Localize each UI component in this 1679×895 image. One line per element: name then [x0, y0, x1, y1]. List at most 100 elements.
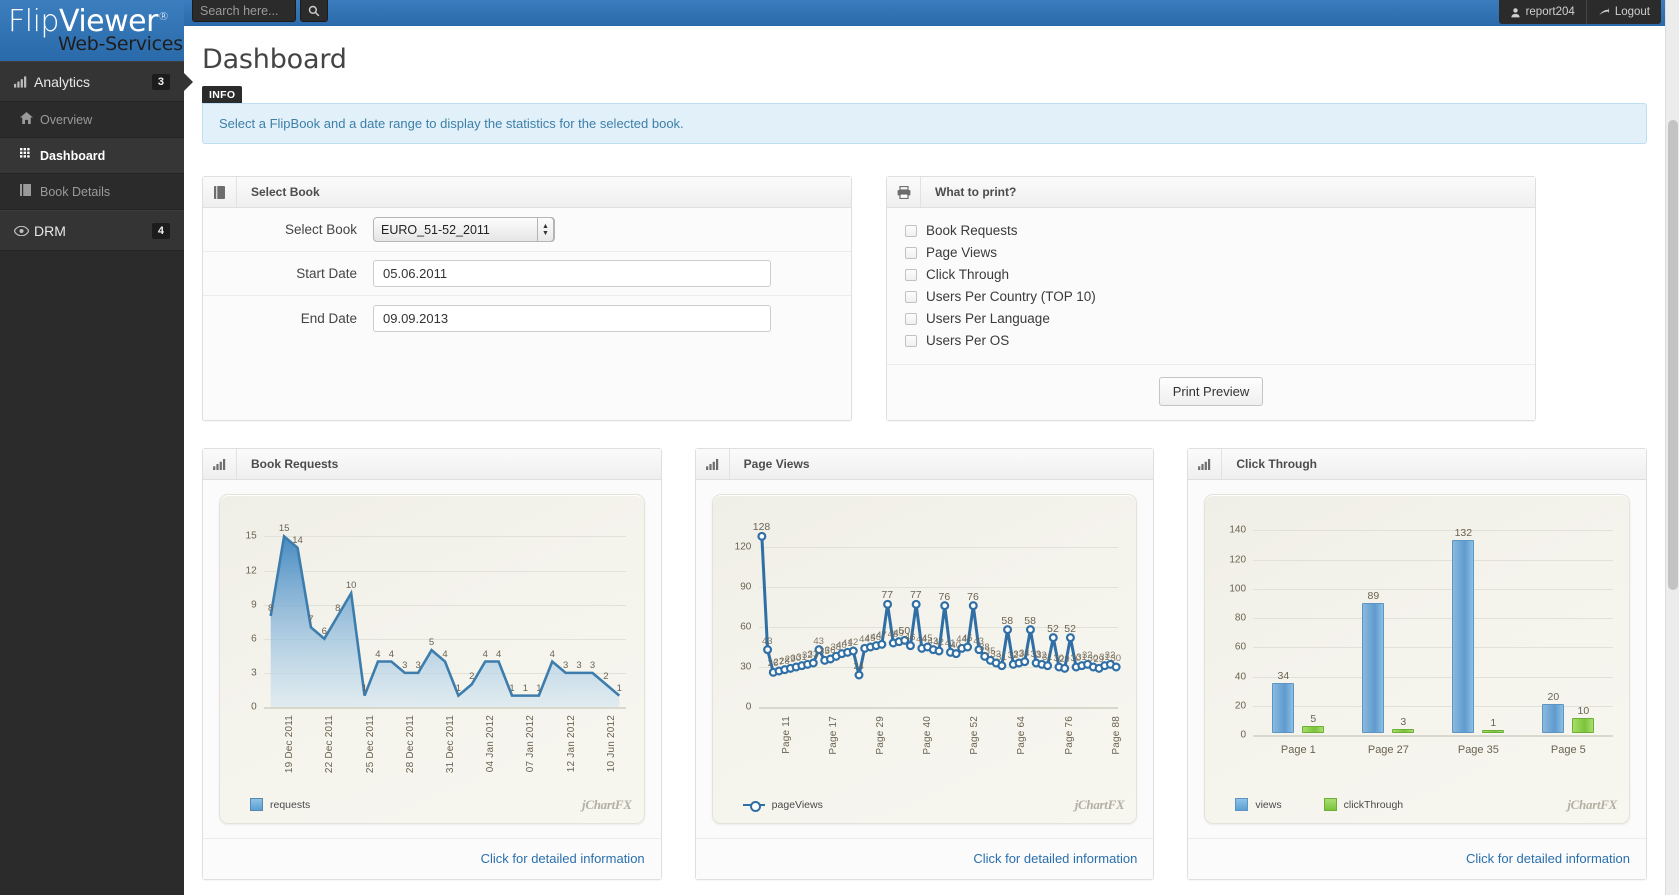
- data-label: 4: [495, 648, 502, 660]
- data-label: 1: [522, 682, 529, 694]
- x-axis-tick: 04 Jan 2012: [485, 715, 497, 773]
- sidebar-item-book-details[interactable]: Book Details: [0, 174, 184, 210]
- print-option-page-views[interactable]: Page Views: [905, 244, 1535, 261]
- start-date-input[interactable]: 05.06.2011: [373, 260, 771, 287]
- x-axis-tick: 10 Jun 2012: [605, 715, 617, 773]
- search-box: [192, 0, 328, 22]
- print-option-click-through[interactable]: Click Through: [905, 266, 1535, 283]
- print-option-users-per-os[interactable]: Users Per OS: [905, 332, 1535, 349]
- chart-canvas-click-through[interactable]: 0 20 40 60 80 100 120 140 34 5 Page 1 89 3 Page 27 132…: [1204, 494, 1631, 824]
- sidebar-group-analytics-badge: 3: [151, 73, 170, 90]
- legend-item-views[interactable]: views: [1235, 798, 1282, 811]
- logout-button[interactable]: Logout: [1585, 0, 1661, 24]
- legend-item-pageviews[interactable]: pageViews: [742, 799, 823, 812]
- user-menu: report204 Logout: [1498, 0, 1661, 24]
- x-axis-tick: 19 Dec 2011: [284, 715, 296, 774]
- data-label: 6: [321, 625, 327, 637]
- checkbox-icon[interactable]: [905, 246, 917, 259]
- sidebar-group-drm[interactable]: DRM 4: [0, 210, 184, 251]
- bar-clickThrough[interactable]: [1392, 728, 1415, 733]
- select-book-panel-title: Select Book: [251, 185, 320, 199]
- data-label: 10: [345, 580, 357, 592]
- sidebar-item-dashboard[interactable]: Dashboard: [0, 138, 184, 174]
- bar-views[interactable]: [1272, 683, 1295, 733]
- chart-canvas-page-views[interactable]: 0 30 60 90 120 128 43 26 27 28 29 30 31 32 33 43 35 36 38 4…: [711, 494, 1138, 824]
- chart-canvas-book-requests[interactable]: 0 3 6 9 12 15 8 15 14 7 6 8 10 1 4 4 3 3 5 4 1 2 4 4 1 1 1 4 3 3 3 2 1 19…: [219, 494, 645, 824]
- select-book-value: EURO_51-52_2011: [381, 222, 490, 237]
- legend-item-requests[interactable]: requests: [250, 798, 310, 811]
- y-axis-tick: 100: [1229, 583, 1247, 595]
- checkbox-icon[interactable]: [905, 224, 917, 237]
- bar-views[interactable]: [1542, 703, 1565, 733]
- bar-clickThrough[interactable]: [1572, 718, 1595, 733]
- print-preview-button[interactable]: Print Preview: [1158, 377, 1264, 406]
- print-option-users-per-language[interactable]: Users Per Language: [905, 310, 1535, 327]
- page-scrollbar[interactable]: [1665, 0, 1679, 895]
- chevron-updown-icon[interactable]: ▲ ▼: [537, 217, 554, 242]
- sidebar-item-overview[interactable]: Overview: [0, 102, 184, 138]
- x-axis-line: [1253, 735, 1614, 737]
- search-button[interactable]: [300, 0, 328, 22]
- x-axis-tick: 31 Dec 2011: [445, 715, 456, 774]
- chart-watermark: jChartFX: [1567, 797, 1618, 812]
- checkbox-icon[interactable]: [905, 268, 917, 281]
- x-axis-tick: Page 64: [1016, 716, 1028, 755]
- data-label: 30: [1110, 653, 1122, 664]
- print-options-list: Book Requests Page Views Click Through U…: [887, 208, 1535, 364]
- data-label: 3: [576, 659, 582, 671]
- scrollbar-thumb[interactable]: [1668, 120, 1678, 590]
- print-option-users-per-country[interactable]: Users Per Country (TOP 10): [905, 288, 1535, 305]
- sidebar-item-book-details-label: Book Details: [40, 184, 111, 199]
- chart-panel-page-views-header: Page Views: [695, 449, 1154, 480]
- bar-views[interactable]: [1362, 602, 1385, 733]
- logout-arrow-icon: [1599, 7, 1609, 15]
- sidebar-item-dashboard-label: Dashboard: [40, 148, 106, 163]
- data-label: 7: [308, 614, 314, 626]
- chart-panel-book-requests-header: Book Requests: [203, 449, 661, 480]
- detail-link-click-through[interactable]: Click for detailed information: [1466, 851, 1630, 866]
- bar-clickThrough[interactable]: [1482, 730, 1505, 733]
- legend-label: requests: [270, 798, 311, 811]
- sidebar-group-analytics[interactable]: Analytics 3: [0, 61, 193, 102]
- checkbox-icon[interactable]: [905, 334, 917, 347]
- data-label: 5: [428, 637, 435, 649]
- chart-foot-book-requests: Click for detailed information: [203, 838, 661, 879]
- print-option-label: Users Per Country (TOP 10): [926, 289, 1096, 304]
- data-label: 1: [509, 682, 515, 694]
- legend-item-clickThrough[interactable]: clickThrough: [1323, 798, 1403, 811]
- search-input[interactable]: [192, 0, 296, 22]
- print-option-book-requests[interactable]: Book Requests: [905, 222, 1535, 239]
- gridline: [1253, 618, 1614, 620]
- select-book-dropdown[interactable]: EURO_51-52_2011 ▲ ▼: [373, 217, 555, 242]
- info-banner: Select a FlipBook and a date range to di…: [202, 103, 1647, 144]
- start-date-value: 05.06.2011: [383, 266, 448, 281]
- print-option-label: Users Per Language: [926, 311, 1050, 326]
- end-date-input[interactable]: 09.09.2013: [373, 304, 771, 332]
- detail-link-page-views[interactable]: Click for detailed information: [973, 851, 1137, 866]
- data-label: 4: [549, 648, 555, 660]
- gridline: [1253, 588, 1614, 590]
- data-label: 45: [961, 633, 973, 644]
- x-axis-tick: 25 Dec 2011: [364, 715, 376, 774]
- data-label: 77: [881, 589, 894, 602]
- data-label: 52: [1047, 622, 1059, 635]
- checkbox-icon[interactable]: [905, 312, 917, 325]
- data-label: 5: [1310, 712, 1317, 725]
- data-label: 1: [536, 682, 542, 694]
- chart-legend: views clickThrough: [1235, 798, 1403, 811]
- x-axis-tick: 12 Jan 2012: [565, 715, 577, 773]
- sidebar: FlipViewer® Web-Services Analytics 3 Ove…: [0, 0, 193, 895]
- y-axis-tick: 80: [1234, 612, 1247, 624]
- detail-link-book-requests[interactable]: Click for detailed information: [481, 851, 645, 866]
- checkbox-icon[interactable]: [905, 290, 917, 303]
- sidebar-group-drm-label: DRM: [34, 222, 66, 239]
- bar-views[interactable]: [1452, 540, 1475, 733]
- data-label: 128: [752, 521, 771, 534]
- printer-icon: [887, 177, 921, 207]
- bar-clickThrough[interactable]: [1302, 725, 1325, 733]
- end-date-value: 09.09.2013: [383, 310, 449, 326]
- end-date-label: End Date: [300, 310, 357, 326]
- user-account-button[interactable]: report204: [1499, 0, 1586, 24]
- data-label: 132: [1454, 527, 1473, 539]
- user-icon: [1510, 7, 1520, 17]
